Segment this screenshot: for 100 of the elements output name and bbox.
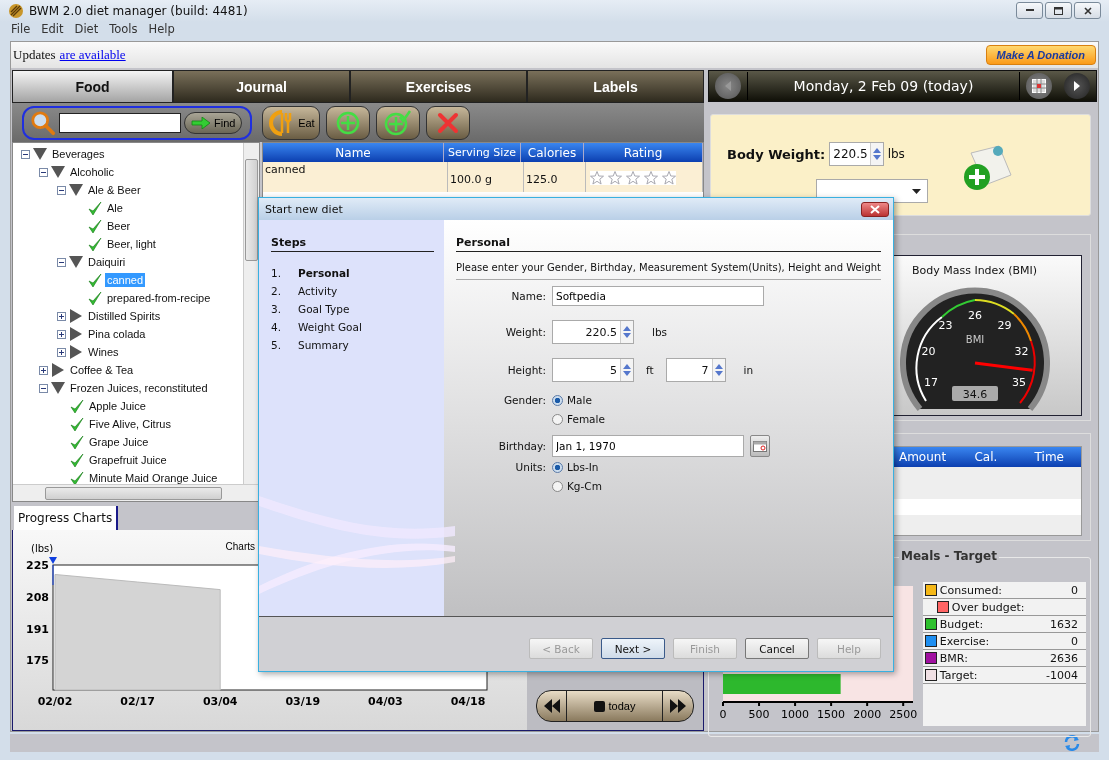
tree-item[interactable]: Grapefruit Juice xyxy=(87,453,169,467)
previous-day-button[interactable] xyxy=(715,73,741,99)
body-weight-field[interactable]: 220.5 xyxy=(829,142,884,166)
next-day-button[interactable] xyxy=(1064,73,1090,99)
name-field[interactable]: Softpedia xyxy=(551,286,764,306)
minimize-icon xyxy=(1025,9,1034,13)
collapse-icon[interactable] xyxy=(57,257,66,267)
tree-item[interactable]: prepared-from-recipe xyxy=(105,291,213,305)
menu-item[interactable]: Help xyxy=(143,22,181,37)
check-icon xyxy=(88,272,102,288)
radio-button[interactable] xyxy=(551,413,563,425)
legend-value: -1004 xyxy=(1046,668,1079,682)
tree-item[interactable]: Alcoholic xyxy=(68,165,117,179)
up-arrow-icon[interactable] xyxy=(714,364,723,369)
down-arrow-icon[interactable] xyxy=(714,371,723,376)
star-rating[interactable] xyxy=(590,171,676,185)
menu-item[interactable]: Diet xyxy=(69,22,105,37)
search-field[interactable] xyxy=(59,112,181,133)
refresh-icon[interactable] xyxy=(1063,734,1081,752)
tree-item[interactable]: Wines xyxy=(86,345,121,359)
dialog-button[interactable]: Cancel xyxy=(745,638,809,659)
collapse-icon[interactable] xyxy=(39,383,48,393)
tree-item[interactable]: Apple Juice xyxy=(87,399,148,413)
menu-item[interactable]: Edit xyxy=(36,22,70,37)
radio-button[interactable] xyxy=(551,461,563,473)
column-header[interactable]: Time xyxy=(1017,447,1081,467)
calendar-button[interactable] xyxy=(1026,73,1052,99)
triangle-icon xyxy=(51,165,65,179)
tree-item[interactable]: Beer, light xyxy=(105,237,158,251)
tree-item[interactable]: Beer xyxy=(105,219,133,233)
radio-label[interactable]: Female xyxy=(566,413,605,425)
minimize-button[interactable] xyxy=(1016,2,1043,20)
column-header[interactable]: Amount xyxy=(890,447,955,467)
tree-item[interactable]: Five Alive, Citrus xyxy=(87,417,173,431)
collapse-icon[interactable] xyxy=(21,149,30,159)
legend-value: 2636 xyxy=(1050,651,1079,665)
expand-icon[interactable] xyxy=(57,311,66,321)
tab[interactable]: Exercises xyxy=(350,70,528,103)
tree-item[interactable]: Coffee & Tea xyxy=(68,363,136,377)
close-button[interactable] xyxy=(861,201,889,217)
vertical-scrollbar[interactable] xyxy=(243,143,259,485)
down-arrow-icon[interactable] xyxy=(872,155,881,160)
birthday-field[interactable]: Jan 1, 1970 xyxy=(551,435,744,457)
horizontal-scrollbar[interactable] xyxy=(13,484,259,501)
tree-item[interactable]: Daiquiri xyxy=(86,255,128,269)
tree-item[interactable]: Ale & Beer xyxy=(86,183,143,197)
tree-item[interactable]: Frozen Juices, reconstituted xyxy=(68,381,210,395)
delete-button[interactable] xyxy=(426,105,471,140)
donate-button[interactable]: Make A Donation xyxy=(985,45,1096,65)
triangle-icon xyxy=(51,363,65,377)
progress-charts-tab[interactable]: Progress Charts xyxy=(14,506,119,530)
find-button[interactable]: Find xyxy=(184,111,243,134)
radio-button[interactable] xyxy=(551,394,563,406)
radio-button[interactable] xyxy=(551,480,563,492)
steps-heading: Steps xyxy=(271,236,434,252)
up-arrow-icon[interactable] xyxy=(622,364,631,369)
updates-text: Updates xyxy=(13,47,56,63)
tree-item[interactable]: Distilled Spirits xyxy=(86,309,163,323)
menu-item[interactable]: Tools xyxy=(104,22,144,37)
inches-field[interactable]: 7 xyxy=(665,358,726,382)
weight-field[interactable]: 220.5 xyxy=(551,320,634,344)
radio-label[interactable]: Male xyxy=(566,394,592,406)
up-arrow-icon[interactable] xyxy=(622,326,631,331)
tree-item[interactable]: Beverages xyxy=(50,147,107,161)
expand-icon[interactable] xyxy=(39,365,48,375)
radio-label[interactable]: Kg-Cm xyxy=(566,480,602,492)
expand-icon[interactable] xyxy=(57,329,66,339)
x-tick-label: 02/02 xyxy=(37,695,73,708)
tab[interactable]: Labels xyxy=(527,70,704,103)
legend-value: 0 xyxy=(1071,583,1079,597)
close-button[interactable] xyxy=(1074,2,1101,20)
column-header[interactable]: Cal. xyxy=(954,447,1018,467)
expand-icon[interactable] xyxy=(57,347,66,357)
plus-check-button[interactable] xyxy=(376,105,421,140)
plus-button[interactable] xyxy=(326,105,371,140)
updates-link[interactable]: are available xyxy=(59,47,126,63)
gauge-scale-label: 29 xyxy=(996,319,1011,333)
eat-button[interactable]: Eat xyxy=(262,105,321,140)
tree-item[interactable]: Minute Maid Orange Juice xyxy=(87,471,220,485)
dialog-button[interactable]: Next > xyxy=(601,638,665,659)
star-icon xyxy=(608,171,622,185)
tree-item[interactable]: Ale xyxy=(105,201,125,215)
maximize-button[interactable] xyxy=(1045,2,1072,20)
up-arrow-icon[interactable] xyxy=(872,148,881,153)
collapse-icon[interactable] xyxy=(39,167,48,177)
tree-item[interactable]: Grape Juice xyxy=(87,435,151,449)
x-tick-label: 500 xyxy=(748,708,770,721)
tab[interactable]: Food xyxy=(12,70,174,103)
gauge-scale-label: 35 xyxy=(1011,376,1026,390)
tree-item[interactable]: Pina colada xyxy=(86,327,148,341)
feet-field[interactable]: 5 xyxy=(551,358,634,382)
step-number: 3. xyxy=(271,303,283,315)
radio-label[interactable]: Lbs-In xyxy=(566,461,599,473)
star-icon xyxy=(662,171,676,185)
menu-item[interactable]: File xyxy=(6,22,37,37)
collapse-icon[interactable] xyxy=(57,185,66,195)
calendar-icon xyxy=(752,440,767,452)
down-arrow-icon[interactable] xyxy=(622,333,631,338)
tab[interactable]: Journal xyxy=(173,70,351,103)
down-arrow-icon[interactable] xyxy=(622,371,631,376)
